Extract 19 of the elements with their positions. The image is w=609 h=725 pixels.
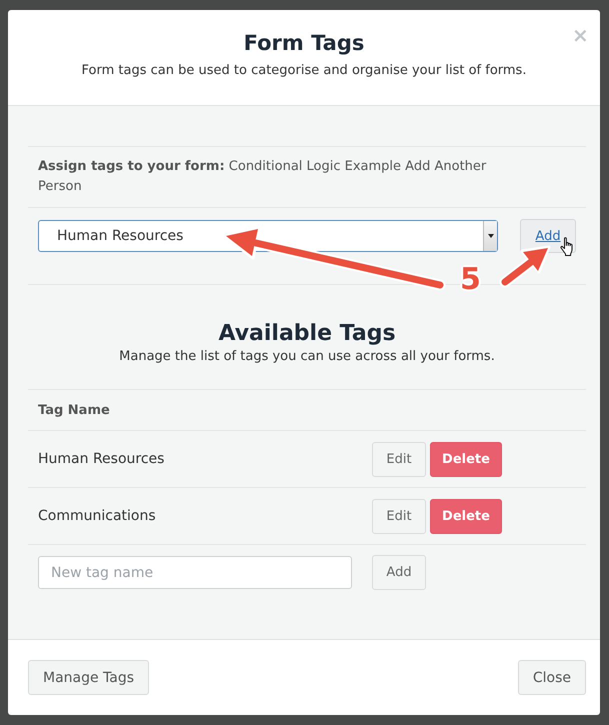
assign-tags-label: Assign tags to your form: Conditional Logic Example Add Another Person [38,158,488,196]
add-new-tag-button[interactable]: Add [372,555,426,590]
delete-button[interactable]: Delete [430,498,502,534]
delete-button[interactable]: Delete [430,442,502,476]
new-tag-input[interactable]: New tag name [38,556,352,589]
dialog-subtitle: Form tags can be used to categorise and organise your list of forms. [80,62,528,80]
dialog-title: Form Tags [242,30,366,57]
tag-name: Human Resources [38,451,166,467]
column-header: Tag Name [38,402,110,418]
tag-name: Communications [38,508,157,524]
edit-button[interactable]: Edit [372,442,426,476]
edit-button[interactable]: Edit [372,498,426,534]
section-title: Available Tags [217,320,397,348]
annotation-arrow [500,246,550,288]
close-dialog-button[interactable]: Close [518,660,586,695]
step-number: 5 [460,263,481,297]
caret-icon [483,221,497,251]
manage-tags-button[interactable]: Manage Tags [28,660,150,695]
section-subtitle: Manage the list of tags you can use across all your forms. [118,348,496,366]
